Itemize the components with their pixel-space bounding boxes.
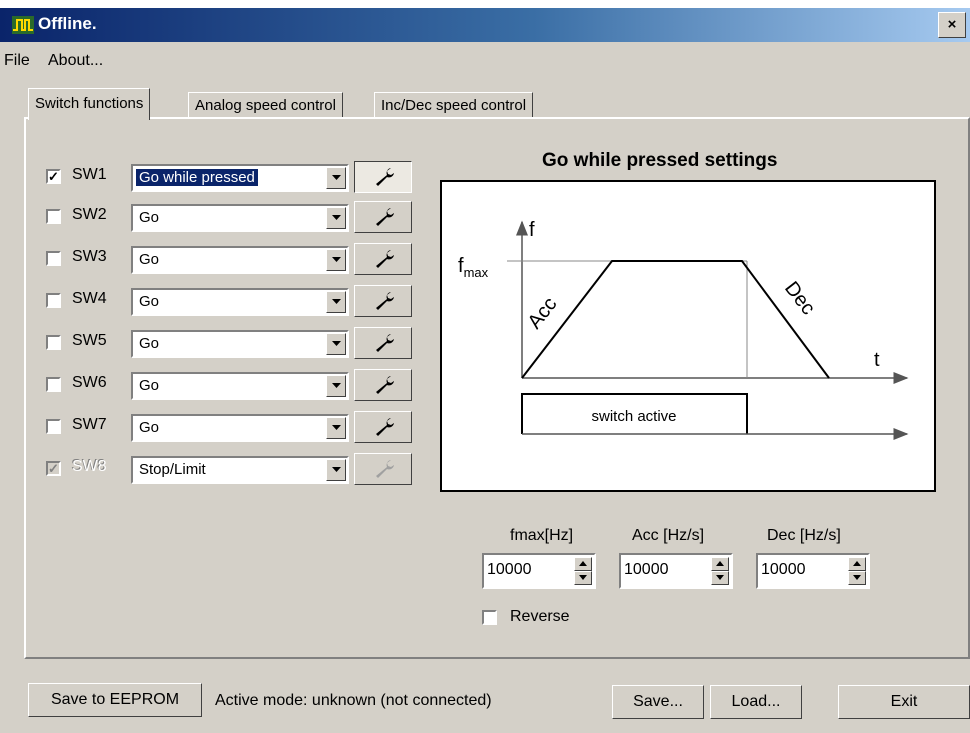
fmax-sub: max bbox=[464, 265, 489, 280]
sw8-checkbox: ✓ bbox=[46, 461, 61, 476]
menu-about[interactable]: About... bbox=[48, 52, 103, 70]
sw6-settings-button[interactable] bbox=[354, 369, 412, 401]
menu-file[interactable]: File bbox=[4, 52, 30, 70]
sw7-settings-button[interactable] bbox=[354, 411, 412, 443]
sw8-mode-select[interactable]: Stop/Limit bbox=[131, 456, 349, 484]
sw6-label: SW6 bbox=[72, 374, 107, 391]
speed-profile-diagram: f fmax Acc Dec t switch active bbox=[440, 180, 936, 492]
sw1-settings-button[interactable] bbox=[354, 161, 412, 193]
fmax-label: fmax bbox=[458, 255, 489, 280]
acc-down-arrow-icon[interactable] bbox=[711, 571, 729, 585]
dec-down-arrow-icon[interactable] bbox=[848, 571, 866, 585]
status-text: Active mode: unknown (not connected) bbox=[215, 692, 492, 709]
chevron-down-icon[interactable] bbox=[326, 167, 346, 189]
dec-spinbox[interactable]: 10000 bbox=[756, 553, 870, 589]
sw7-checkbox[interactable] bbox=[46, 419, 61, 434]
sw7-mode-value[interactable]: Go bbox=[136, 419, 162, 436]
chevron-down-icon[interactable] bbox=[326, 417, 346, 439]
diagram-title: Go while pressed settings bbox=[542, 150, 778, 171]
chevron-down-icon[interactable] bbox=[326, 459, 346, 481]
acc-spinbox[interactable]: 10000 bbox=[619, 553, 733, 589]
chevron-down-icon[interactable] bbox=[326, 333, 346, 355]
sw1-mode-select[interactable]: Go while pressed bbox=[131, 164, 349, 192]
acc-label: Acc bbox=[524, 293, 562, 333]
sw5-settings-button[interactable] bbox=[354, 327, 412, 359]
pulse-icon bbox=[12, 16, 34, 34]
t-axis-label: t bbox=[874, 349, 880, 371]
tab-analog-speed-control[interactable]: Analog speed control bbox=[188, 92, 343, 119]
sw2-settings-button[interactable] bbox=[354, 201, 412, 233]
sw4-checkbox[interactable] bbox=[46, 293, 61, 308]
load-button[interactable]: Load... bbox=[710, 685, 802, 719]
sw3-label: SW3 bbox=[72, 248, 107, 265]
speed-profile-line bbox=[521, 260, 830, 379]
switch-active-label: switch active bbox=[591, 408, 676, 425]
close-button[interactable]: × bbox=[938, 12, 966, 38]
sw8-mode-value[interactable]: Stop/Limit bbox=[136, 461, 209, 478]
sw7-mode-select[interactable]: Go bbox=[131, 414, 349, 442]
dec-up-arrow-icon[interactable] bbox=[848, 557, 866, 571]
dec-label: Dec bbox=[780, 278, 819, 320]
save-to-eeprom-button[interactable]: Save to EEPROM bbox=[28, 683, 202, 717]
sw4-settings-button[interactable] bbox=[354, 285, 412, 317]
sw4-label: SW4 bbox=[72, 290, 107, 307]
fmax-down-arrow-icon[interactable] bbox=[574, 571, 592, 585]
sw8-settings-button bbox=[354, 453, 412, 485]
sw2-checkbox[interactable] bbox=[46, 209, 61, 224]
sw5-mode-select[interactable]: Go bbox=[131, 330, 349, 358]
fmax-spinbox[interactable]: 10000 bbox=[482, 553, 596, 589]
sw5-mode-value[interactable]: Go bbox=[136, 335, 162, 352]
f-axis-label: f bbox=[529, 219, 535, 241]
sw5-checkbox[interactable] bbox=[46, 335, 61, 350]
window-title: Offline. bbox=[38, 14, 97, 33]
fmax-label-text: fmax[Hz] bbox=[510, 527, 574, 544]
sw6-mode-select[interactable]: Go bbox=[131, 372, 349, 400]
tab-inc-dec-speed-control[interactable]: Inc/Dec speed control bbox=[374, 92, 534, 119]
sw1-checkbox[interactable]: ✓ bbox=[46, 169, 61, 184]
menu-bar: File About... bbox=[0, 42, 970, 72]
sw2-label: SW2 bbox=[72, 206, 107, 223]
acc-label-text: Acc [Hz/s] bbox=[632, 527, 705, 544]
sw2-mode-value[interactable]: Go bbox=[136, 209, 162, 226]
fmax-value[interactable]: 10000 bbox=[487, 561, 532, 579]
reverse-checkbox[interactable] bbox=[482, 610, 497, 625]
sw8-label: SW8 bbox=[72, 458, 107, 475]
acc-value[interactable]: 10000 bbox=[624, 561, 669, 579]
sw3-mode-value[interactable]: Go bbox=[136, 251, 162, 268]
chevron-down-icon[interactable] bbox=[326, 207, 346, 229]
sw2-mode-select[interactable]: Go bbox=[131, 204, 349, 232]
chevron-down-icon[interactable] bbox=[326, 375, 346, 397]
sw4-mode-select[interactable]: Go bbox=[131, 288, 349, 316]
sw5-label: SW5 bbox=[72, 332, 107, 349]
save-button[interactable]: Save... bbox=[612, 685, 704, 719]
reverse-label: Reverse bbox=[510, 608, 570, 625]
sw3-settings-button[interactable] bbox=[354, 243, 412, 275]
chevron-down-icon[interactable] bbox=[326, 249, 346, 271]
tab-switch-functions[interactable]: Switch functions bbox=[28, 88, 151, 120]
chevron-down-icon[interactable] bbox=[326, 291, 346, 313]
sw3-mode-select[interactable]: Go bbox=[131, 246, 349, 274]
exit-button[interactable]: Exit bbox=[838, 685, 970, 719]
dec-value[interactable]: 10000 bbox=[761, 561, 806, 579]
sw4-mode-value[interactable]: Go bbox=[136, 293, 162, 310]
sw3-checkbox[interactable] bbox=[46, 251, 61, 266]
sw6-checkbox[interactable] bbox=[46, 377, 61, 392]
dec-label-text: Dec [Hz/s] bbox=[767, 527, 841, 544]
acc-up-arrow-icon[interactable] bbox=[711, 557, 729, 571]
sw7-label: SW7 bbox=[72, 416, 107, 433]
sw6-mode-value[interactable]: Go bbox=[136, 377, 162, 394]
fmax-up-arrow-icon[interactable] bbox=[574, 557, 592, 571]
sw1-mode-value[interactable]: Go while pressed bbox=[136, 169, 258, 186]
title-bar[interactable]: Offline. × bbox=[0, 8, 970, 42]
sw1-label: SW1 bbox=[72, 166, 107, 183]
